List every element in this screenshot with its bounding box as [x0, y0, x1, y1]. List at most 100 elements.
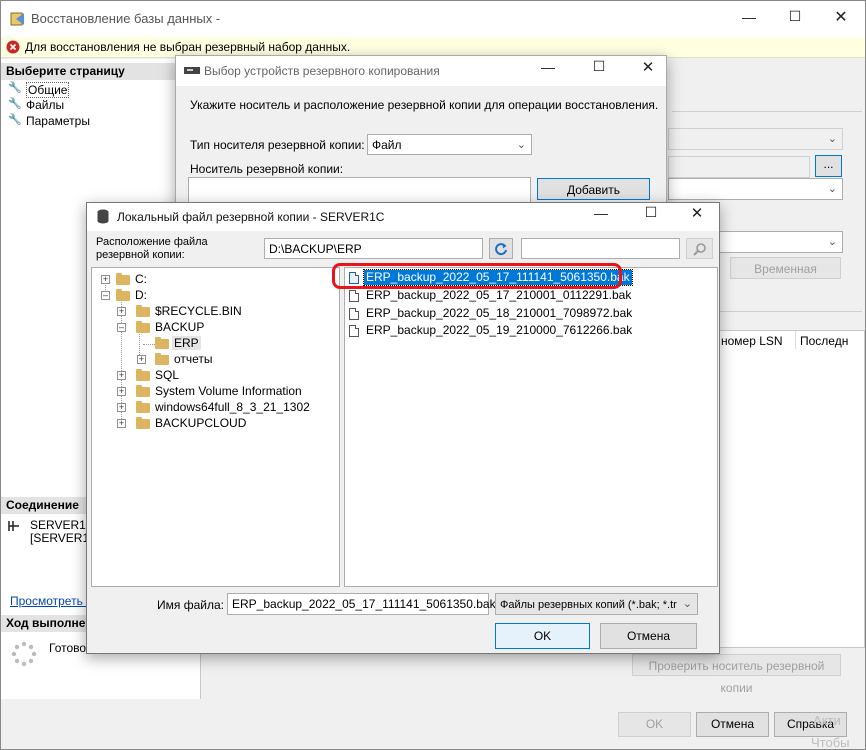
tree-item-c[interactable]: C: — [135, 272, 147, 286]
local-title-bar: Локальный файл резервной копии - SERVER1… — [87, 203, 719, 231]
minimize-icon[interactable]: — — [528, 59, 568, 75]
search-input[interactable] — [521, 238, 680, 259]
collapse-backup-toggle[interactable]: – — [117, 323, 126, 332]
file-item[interactable]: ERP_backup_2022_05_19_210000_7612266.bak — [347, 323, 632, 339]
verify-media-button[interactable]: Проверить носитель резервной копии — [632, 654, 841, 695]
main-cancel-button[interactable]: Отмена — [696, 712, 769, 737]
close-icon[interactable]: ✕ — [628, 58, 668, 76]
main-ok-button[interactable]: OK — [618, 712, 691, 737]
folder-icon — [136, 401, 150, 413]
expand-sql-toggle[interactable]: + — [117, 371, 126, 380]
file-label: ERP_backup_2022_05_17_210001_0112291.bak — [366, 288, 632, 302]
expand-reports-toggle[interactable]: + — [137, 355, 146, 364]
folder-icon — [155, 353, 169, 365]
expand-c-toggle[interactable]: + — [101, 275, 110, 284]
expand-recycle-toggle[interactable]: + — [117, 307, 126, 316]
col-header-last[interactable]: Последн — [800, 334, 848, 348]
tree-item-cloud[interactable]: BACKUPCLOUD — [155, 416, 246, 430]
location-label-2: резервной копии: — [96, 249, 185, 261]
add-button[interactable]: Добавить — [537, 178, 650, 200]
file-list[interactable]: ERP_backup_2022_05_17_111141_5061350.bak… — [332, 263, 718, 587]
server-name: SERVER1C — [30, 518, 95, 532]
main-title: Восстановление базы данных - — [31, 11, 221, 26]
folder-icon — [136, 417, 150, 429]
browse-button[interactable]: ... — [815, 155, 842, 177]
page-label: Файлы — [26, 98, 65, 112]
divider-line — [672, 111, 862, 112]
collapse-d-toggle[interactable]: – — [101, 291, 110, 300]
devices-instruction: Укажите носитель и расположение резервно… — [190, 98, 659, 112]
local-ok-button[interactable]: OK — [495, 623, 590, 649]
wrench-icon: 🔧 — [8, 98, 22, 110]
tree-item-backup[interactable]: BACKUP — [155, 320, 204, 334]
main-title-bar: Восстановление базы данных - — ☐ ✕ — [1, 1, 865, 37]
page-label: Параметры — [26, 114, 90, 128]
source-db-combo[interactable]: ⌄ — [668, 128, 843, 150]
close-icon[interactable]: ✕ — [821, 7, 861, 27]
chevron-down-icon: ⌄ — [827, 133, 837, 145]
tree-item-reports[interactable]: отчеты — [174, 352, 213, 366]
selection-highlight-marker — [332, 263, 622, 289]
device-path-field[interactable] — [668, 156, 810, 178]
filename-value: ERP_backup_2022_05_17_111141_5061350.bak — [232, 597, 496, 611]
tape-drive-icon — [184, 67, 200, 74]
tree-item-sql[interactable]: SQL — [155, 368, 179, 382]
tree-item-svi[interactable]: System Volume Information — [155, 384, 302, 398]
connection-icon — [8, 521, 19, 531]
file-label: ERP_backup_2022_05_18_210001_7098972.bak — [366, 306, 633, 320]
local-cancel-button[interactable]: Отмена — [600, 623, 697, 649]
file-type-filter[interactable]: Файлы резервных копий (*.bak; *.tr ⌄ — [495, 593, 698, 615]
col-header-lsn[interactable]: номер LSN — [721, 334, 783, 348]
maximize-icon[interactable]: ☐ — [579, 58, 619, 75]
location-path-input[interactable]: D:\BACKUP\ERP — [264, 238, 483, 259]
refresh-icon — [495, 243, 507, 256]
folder-icon — [136, 385, 150, 397]
folder-tree[interactable]: + C: – D: + $RECYCLE.BIN – BACKUP ERP + … — [91, 267, 340, 587]
database-icon — [97, 209, 109, 224]
folder-icon — [155, 337, 169, 349]
media-type-label: Тип носителя резервной копии: — [190, 138, 365, 152]
close-icon[interactable]: ✕ — [677, 204, 717, 222]
progress-status: Готово — [49, 641, 87, 655]
timeline-button[interactable]: Временная — [730, 257, 841, 279]
chevron-down-icon: ⌄ — [680, 594, 692, 614]
tree-line — [143, 344, 155, 345]
tree-item-windows[interactable]: windows64full_8_3_21_1302 — [155, 400, 310, 414]
filename-input[interactable]: ERP_backup_2022_05_17_111141_5061350.bak — [227, 593, 496, 615]
drive-c-icon — [116, 273, 130, 285]
file-type-value: Файлы резервных копий (*.bak; *.tr — [500, 599, 677, 611]
progress-spinner-icon — [11, 641, 37, 667]
folder-icon — [136, 369, 150, 381]
media-label: Носитель резервной копии: — [190, 162, 344, 176]
page-label: Общие — [26, 82, 70, 98]
view-connection-link[interactable]: Просмотреть с — [10, 594, 92, 608]
col-separator — [795, 331, 796, 349]
expand-svi-toggle[interactable]: + — [117, 387, 126, 396]
restore-db-icon — [10, 12, 24, 26]
media-type-select[interactable]: Файл ⌄ — [367, 134, 532, 155]
tree-item-recycle[interactable]: $RECYCLE.BIN — [155, 304, 242, 318]
chevron-down-icon: ⌄ — [827, 236, 837, 248]
file-item[interactable]: ERP_backup_2022_05_18_210001_7098972.bak — [347, 306, 632, 322]
minimize-icon[interactable]: — — [729, 9, 769, 25]
tree-item-d[interactable]: D: — [135, 288, 147, 302]
error-text: Для восстановления не выбран резервный н… — [25, 40, 351, 54]
expand-windows-toggle[interactable]: + — [117, 403, 126, 412]
tree-item-erp[interactable]: ERP — [172, 336, 201, 350]
maximize-icon[interactable]: ☐ — [775, 8, 815, 25]
location-label: Расположение файла — [96, 236, 208, 248]
devices-title-bar: Выбор устройств резервного копирования —… — [176, 56, 666, 86]
wrench-icon: 🔧 — [8, 114, 22, 126]
local-title: Локальный файл резервной копии - SERVER1… — [117, 210, 385, 224]
expand-cloud-toggle[interactable]: + — [117, 419, 126, 428]
search-button[interactable] — [686, 238, 713, 259]
refresh-button[interactable] — [489, 238, 513, 259]
search-icon — [692, 243, 706, 256]
file-item[interactable]: ERP_backup_2022_05_17_210001_0112291.bak — [347, 288, 631, 304]
file-icon — [349, 290, 359, 302]
chevron-down-icon: ⌄ — [516, 139, 526, 151]
database-combo[interactable]: ⌄ — [668, 178, 843, 200]
minimize-icon[interactable]: — — [581, 205, 621, 221]
maximize-icon[interactable]: ☐ — [631, 204, 671, 221]
file-label: ERP_backup_2022_05_19_210000_7612266.bak — [366, 323, 633, 337]
